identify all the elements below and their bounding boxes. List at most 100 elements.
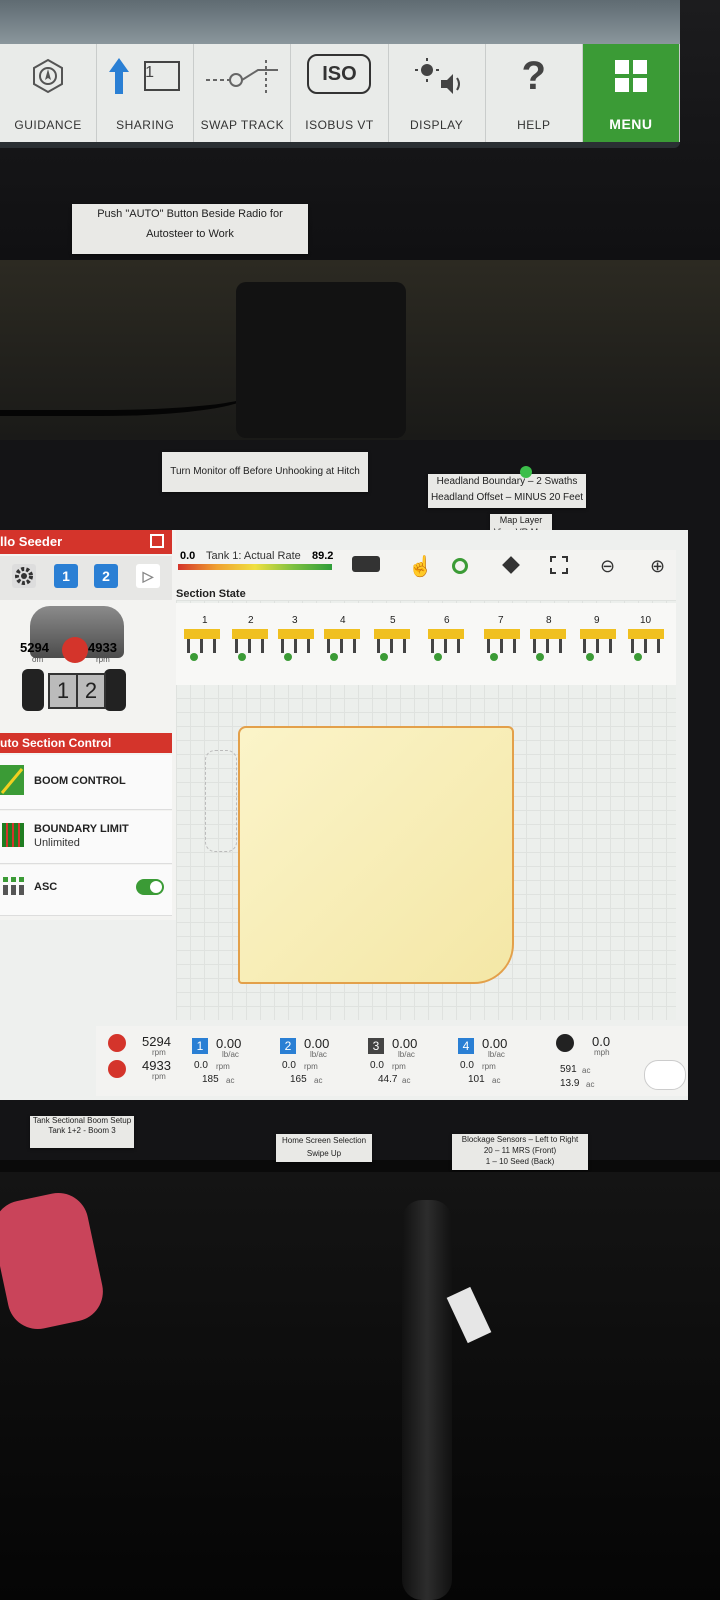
- wheel-label-2: 2: [76, 673, 106, 709]
- tank-area-unit: ac: [314, 1076, 323, 1085]
- speedometer-icon: [556, 1034, 574, 1052]
- display-label: DISPLAY: [409, 118, 464, 132]
- tank-rpm: 0.0: [370, 1060, 384, 1071]
- tank-rate-unit: lb/ac: [398, 1050, 415, 1059]
- tank-rpm: 0.0: [282, 1060, 296, 1071]
- asc-label: ASC: [34, 881, 58, 893]
- tank-setup-note-line1: Tank Sectional Boom Setup: [32, 1116, 132, 1125]
- status-bar: 5294 rpm 4933 rpm 1 0.00 lb/ac 0.0 rpm 185 ac 2…: [96, 1026, 688, 1096]
- tank-area: 101: [468, 1074, 485, 1085]
- fan-2-rpm: 4933: [142, 1058, 171, 1073]
- fan-icon: [62, 637, 88, 663]
- sharing-label: SHARING: [116, 118, 175, 132]
- tank-rpm-unit: rpm: [304, 1062, 318, 1071]
- help-question-icon: ?: [521, 53, 546, 98]
- asc-toggle[interactable]: [136, 879, 164, 895]
- top-toolbar: GUIDANCE 1 SHARING SWAP TRACK ISO ISOBUS…: [0, 44, 680, 142]
- tank-rate: 0.00: [216, 1036, 242, 1051]
- rate-label: Tank 1: Actual Rate: [206, 550, 301, 562]
- fit-extent-icon[interactable]: [550, 556, 568, 574]
- tank-1-tab[interactable]: 1: [54, 564, 78, 588]
- section-number: 10: [640, 615, 652, 626]
- zoom-in-icon[interactable]: ⊕: [650, 556, 665, 577]
- section-number: 9: [594, 615, 600, 626]
- tank-rate-unit: lb/ac: [222, 1050, 239, 1059]
- fan-1-rpm: 5294: [142, 1034, 171, 1049]
- sharing-button[interactable]: 1 SHARING: [97, 44, 195, 142]
- isobus-vt-label: ISOBUS VT: [305, 118, 374, 132]
- boundary-limit-value: Unlimited: [34, 837, 80, 849]
- help-label: HELP: [517, 118, 551, 132]
- sharing-badge: 1: [145, 64, 155, 81]
- guidance-label: GUIDANCE: [14, 118, 82, 132]
- planter-section-icon: [322, 627, 362, 667]
- menu-button[interactable]: MENU: [582, 44, 680, 142]
- field-boundary: [238, 726, 514, 984]
- display-button[interactable]: DISPLAY: [389, 44, 486, 142]
- asc-planter-icon: [2, 875, 26, 897]
- menu-label: MENU: [609, 116, 653, 132]
- tank-rpm-unit: rpm: [482, 1062, 496, 1071]
- fan-1-unit: rpm: [152, 1048, 166, 1057]
- keyboard-icon[interactable]: [352, 556, 380, 572]
- map-toolbar: 0.0 Tank 1: Actual Rate 89.2 ☝ ⊖ ⊕ Secti…: [176, 550, 676, 600]
- boom-control-icon: [0, 765, 24, 795]
- boundary-limit-row[interactable]: BOUNDARY LIMIT Unlimited: [0, 811, 172, 864]
- tank-area-unit: ac: [402, 1076, 411, 1085]
- cab-floor: [0, 1172, 720, 1600]
- headland-note-line1: Headland Boundary – 2 Swaths: [436, 476, 578, 487]
- hand-pointer-icon[interactable]: ☝: [408, 554, 433, 579]
- home-screen-note-line1: Home Screen Selection: [281, 1136, 367, 1145]
- rpm-unit-right: rpm: [96, 655, 110, 664]
- tank-2-tab[interactable]: 2: [94, 564, 118, 588]
- section-number: 7: [498, 615, 504, 626]
- total-area-unit: ac: [582, 1066, 591, 1075]
- rate-gradient-bar: [178, 564, 332, 570]
- total-area2-value: 13.9: [560, 1078, 580, 1089]
- autosteer-note-line1: Push "AUTO" Button Beside Radio for: [97, 208, 283, 220]
- asc-row: ASC: [0, 865, 172, 916]
- zoom-out-icon[interactable]: ⊖: [600, 556, 615, 577]
- speed-value: 0.0: [592, 1034, 611, 1049]
- play-arrow-icon[interactable]: ▷: [136, 564, 160, 588]
- rpm-left: 5294: [20, 640, 49, 655]
- planter-section-icon: [230, 627, 270, 667]
- section-state-label: Section State: [176, 588, 246, 600]
- cable-bundle: [402, 1200, 452, 1600]
- isobus-vt-button[interactable]: ISO ISOBUS VT: [291, 44, 389, 142]
- auto-section-control-title: uto Section Control: [0, 733, 172, 753]
- rate-target: 89.2: [312, 550, 334, 562]
- tank-rpm: 0.0: [194, 1060, 208, 1071]
- tank-rpm-unit: rpm: [216, 1062, 230, 1071]
- swap-track-button[interactable]: SWAP TRACK: [194, 44, 292, 142]
- gear-icon[interactable]: [12, 564, 36, 588]
- layers-icon[interactable]: [502, 556, 520, 574]
- guidance-button[interactable]: GUIDANCE: [0, 44, 98, 142]
- monitor-note: Turn Monitor off Before Unhooking at Hit…: [162, 452, 368, 492]
- planter-section-icon: [482, 627, 522, 667]
- fan-2-icon: [108, 1060, 126, 1078]
- total-area-value: 591: [560, 1064, 577, 1075]
- tank-area-unit: ac: [226, 1076, 235, 1085]
- tank-badge: 4: [458, 1038, 474, 1054]
- section-state-row: 1 2 3 4 5 6 7 8 9 10: [176, 603, 676, 685]
- tank-badge: 1: [192, 1038, 208, 1054]
- iso-icon: ISO: [307, 54, 372, 94]
- section-number: 1: [202, 615, 208, 626]
- boundary-limit-icon: [2, 823, 24, 847]
- tank-setup-note-line2: Tank 1+2 - Boom 3: [48, 1126, 116, 1135]
- tank-area: 185: [202, 1074, 219, 1085]
- section-number: 2: [248, 615, 254, 626]
- blockage-sensors-note: Blockage Sensors – Left to Right 20 – 11…: [452, 1134, 588, 1170]
- headland-note-line2: Headland Offset – MINUS 20 Feet: [430, 492, 584, 503]
- help-button[interactable]: ? HELP: [486, 44, 583, 142]
- tank-area-unit: ac: [492, 1076, 501, 1085]
- seeder-title-bar: llo Seeder: [0, 530, 172, 554]
- total-area2-unit: ac: [586, 1080, 595, 1089]
- gps-target-icon[interactable]: [452, 558, 468, 574]
- external-link-icon[interactable]: [150, 534, 164, 548]
- planter-status-icon[interactable]: [644, 1060, 686, 1090]
- tank-rpm: 0.0: [460, 1060, 474, 1071]
- planter-section-icon: [276, 627, 316, 667]
- boom-control-row[interactable]: BOOM CONTROL: [0, 755, 172, 810]
